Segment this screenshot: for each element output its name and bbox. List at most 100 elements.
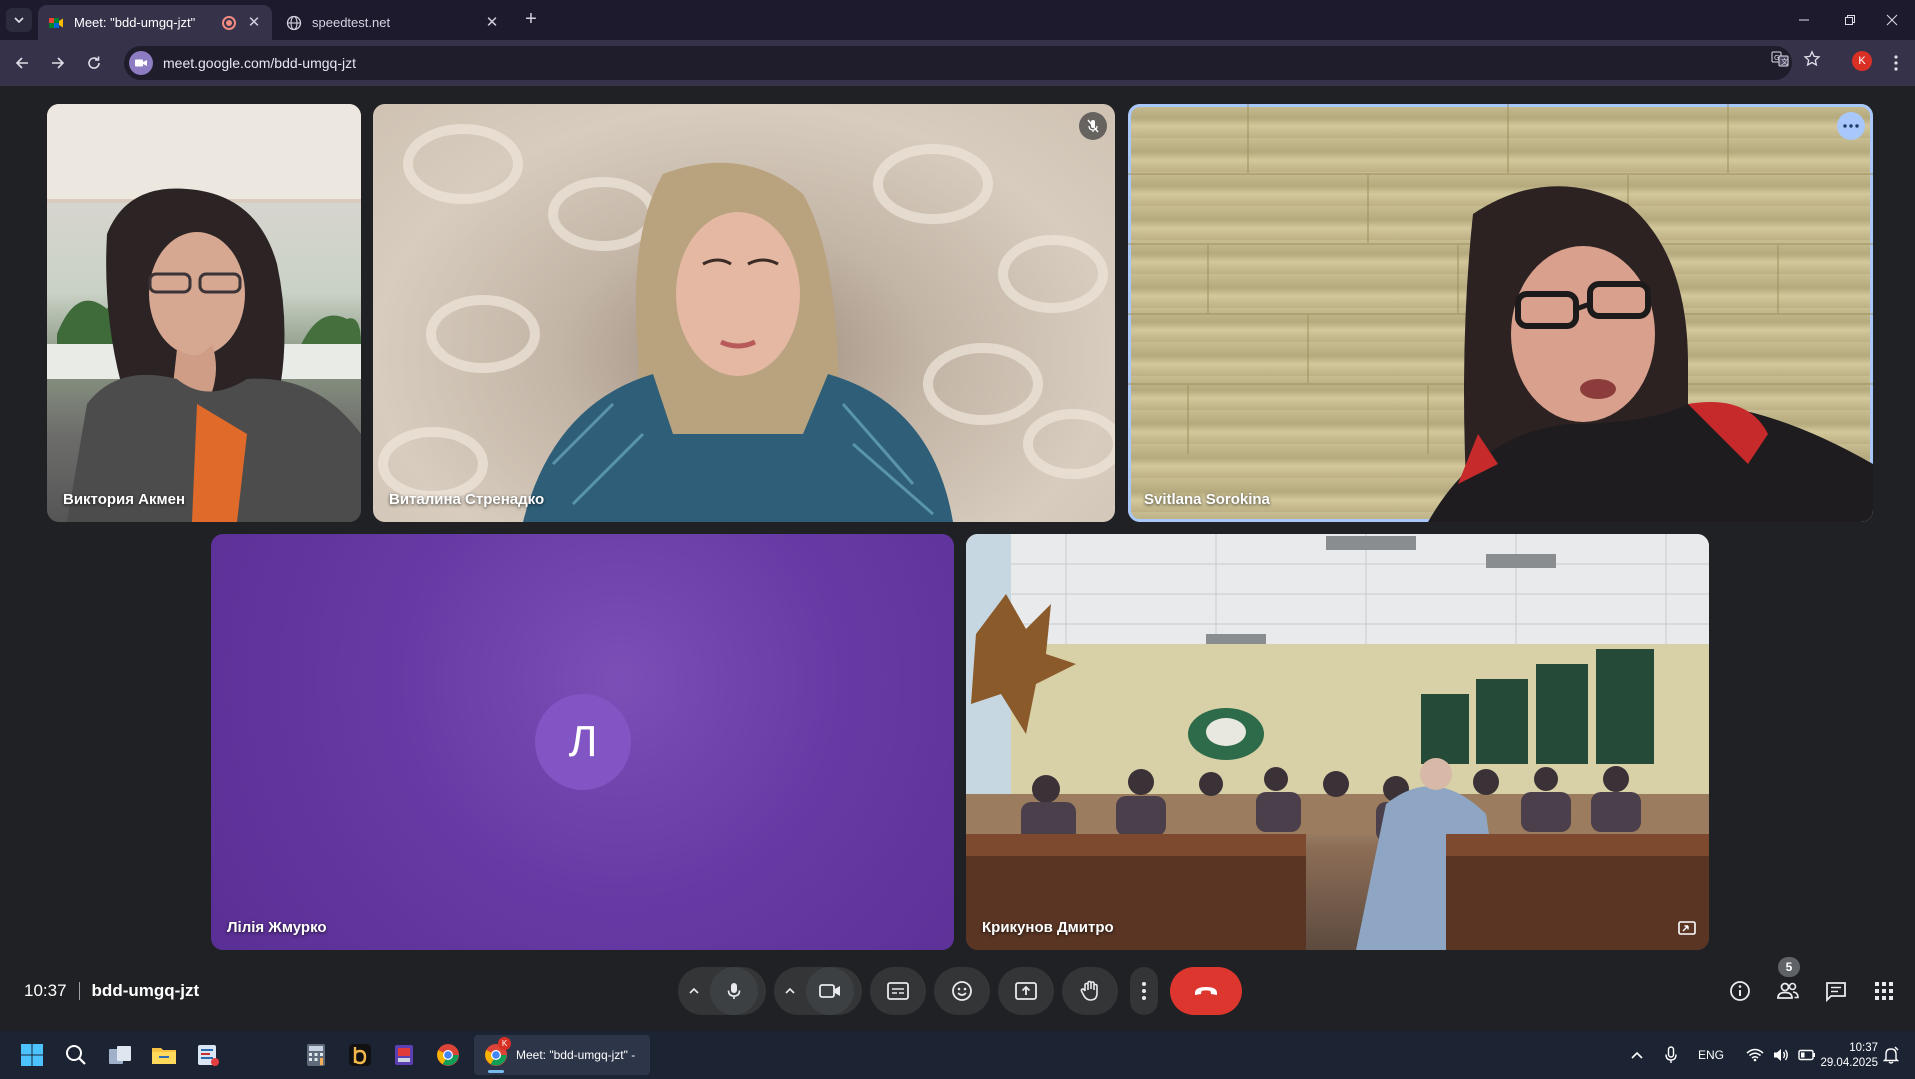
recording-indicator-icon [222,15,236,30]
chevron-down-icon [14,17,24,24]
minimize-button[interactable] [1782,8,1826,32]
video-control-group [774,967,862,1015]
tab-speedtest[interactable]: speedtest.net ✕ [276,5,510,40]
audio-options-button[interactable] [678,967,710,1015]
google-meet-icon [49,17,63,28]
participant-video [966,534,1709,950]
closed-captions-icon [887,982,909,1000]
participant-tile[interactable]: Виктория Акмен [47,104,361,522]
tab-search-button[interactable] [6,8,32,32]
participant-tile[interactable]: Виталина Стренадко [373,104,1115,522]
svg-text:文: 文 [1781,57,1788,66]
participant-tile[interactable]: Л Лілія Жмурко [211,534,954,950]
taskbar-active-window[interactable]: K Meet: "bdd-umgq-jzt" - [474,1035,650,1075]
captions-button[interactable] [870,967,926,1015]
clock-date: 29.04.2025 [1820,1057,1878,1069]
app-b-icon [349,1044,371,1066]
present-screen-button[interactable] [998,967,1054,1015]
mic-icon[interactable] [1664,1046,1678,1064]
close-icon [1886,14,1898,26]
hand-icon [1080,980,1098,1001]
browser-tab-bar: Meet: "bdd-umgq-jzt" ✕ speedtest.net ✕ + [0,0,1915,40]
call-end-icon [1195,987,1217,995]
task-view-button[interactable] [104,1039,136,1071]
people-button[interactable] [1774,977,1802,1005]
present-to-all-icon [1015,982,1037,1000]
translate-icon: G文 [1771,51,1789,67]
tile-options-button[interactable] [1837,112,1865,140]
app-b-button[interactable] [344,1039,376,1071]
mic-icon [727,983,741,999]
chrome-button[interactable] [432,1039,464,1071]
tab-meet[interactable]: Meet: "bdd-umgq-jzt" ✕ [38,5,272,40]
tab-title: speedtest.net [312,15,391,30]
forward-button[interactable] [44,49,72,77]
participant-tile[interactable]: Крикунов Дмитро [966,534,1709,950]
raise-hand-button[interactable] [1062,967,1118,1015]
video-options-button[interactable] [774,967,806,1015]
folder-icon [152,1048,176,1064]
more-options-button[interactable] [1130,967,1158,1015]
camera-icon [135,59,147,67]
app-button[interactable] [192,1039,224,1071]
close-tab-icon[interactable]: ✕ [484,14,500,31]
chevron-up-icon [689,987,699,994]
fullscreen-tile-button[interactable] [1673,914,1701,942]
minimize-icon [1799,19,1809,21]
back-button[interactable] [8,49,36,77]
participant-video [1128,104,1873,522]
new-tab-button[interactable]: + [520,8,542,32]
notification-bell-icon [1883,1046,1899,1064]
reactions-button[interactable] [934,967,990,1015]
activities-button[interactable] [1870,977,1898,1005]
participant-name: Svitlana Sorokina [1144,491,1270,508]
calculator-button[interactable] [300,1039,332,1071]
chat-icon [1826,982,1846,1002]
more-horiz-icon [1843,124,1859,128]
participant-video [47,104,361,522]
app-window-icon [198,1045,219,1066]
profile-avatar[interactable]: K [1852,51,1872,71]
participant-video [378,124,1115,522]
reload-button[interactable] [80,49,108,77]
reload-icon [88,56,100,69]
site-info-icon[interactable] [129,51,153,75]
calculator-icon [307,1044,325,1066]
leave-call-button[interactable] [1170,967,1242,1015]
task-view-icon [109,1046,131,1064]
audio-control-group [678,967,766,1015]
mic-off-icon [1087,119,1099,133]
chevron-up-icon[interactable] [1630,1050,1644,1060]
file-explorer-button[interactable] [148,1039,180,1071]
volume-icon[interactable] [1772,1047,1790,1063]
taskbar-search-button[interactable] [60,1039,92,1071]
apps-grid-icon [1875,982,1893,1000]
notifications-button[interactable] [1878,1039,1904,1071]
meeting-details-button[interactable] [1726,977,1754,1005]
close-tab-icon[interactable]: ✕ [246,14,262,31]
restore-button[interactable] [1828,8,1872,32]
browser-menu-button[interactable] [1888,51,1904,75]
bookmark-button[interactable] [1800,47,1824,71]
meeting-controls-bar: 10:37 bdd-umgq-jzt 5 [0,955,1915,1031]
system-clock[interactable]: 10:37 29.04.2025 [1806,1041,1878,1071]
app-c-button[interactable] [388,1039,420,1071]
meeting-info: 10:37 bdd-umgq-jzt [24,981,199,1001]
chat-button[interactable] [1822,977,1850,1005]
wifi-icon[interactable] [1746,1048,1764,1062]
microphone-button[interactable] [710,967,758,1015]
svg-text:G: G [1774,54,1779,62]
participant-tile-speaking[interactable]: Svitlana Sorokina [1128,104,1873,522]
arrow-left-icon [15,57,28,69]
meeting-time: 10:37 [24,981,67,1000]
close-window-button[interactable] [1870,8,1914,32]
translate-button[interactable]: G文 [1768,47,1792,71]
more-vert-icon [1142,982,1146,1000]
emoji-icon [952,981,972,1001]
meeting-code: bdd-umgq-jzt [91,981,200,1000]
keyboard-language[interactable]: ENG [1698,1048,1724,1062]
start-button[interactable] [16,1039,48,1071]
address-bar[interactable]: meet.google.com/bdd-umgq-jzt [124,46,1792,80]
participant-name: Виталина Стренадко [389,491,545,508]
camera-button[interactable] [806,967,854,1015]
